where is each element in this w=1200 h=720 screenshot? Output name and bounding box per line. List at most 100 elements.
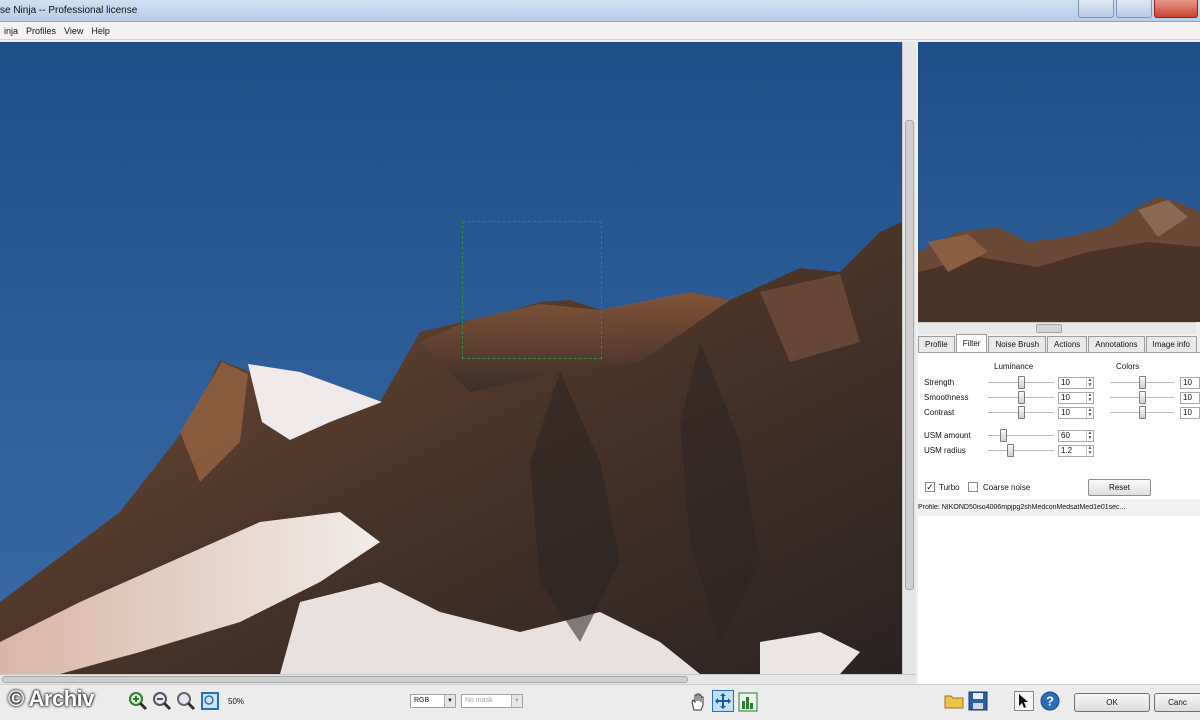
mask-value: No mask [465,697,493,704]
spinner-icon[interactable]: ▲ ▼ [1086,446,1093,456]
viewport-vertical-scrollbar[interactable] [902,42,916,674]
move-tool-icon[interactable] [712,690,734,712]
field-value: 10 [1061,378,1070,387]
menu-profiles[interactable]: Profiles [22,26,60,36]
channel-select[interactable]: RGB ▼ [410,694,456,708]
window-title: se Ninja -- Professional license [0,5,138,16]
usm-radius-label: USM radius [924,446,966,455]
zoom-fit-icon[interactable] [176,691,196,711]
slider-knob[interactable] [1139,376,1146,389]
smoothness-colors-slider[interactable] [1110,391,1174,404]
menu-help[interactable]: Help [87,26,114,36]
hand-tool-icon[interactable] [688,692,708,712]
contrast-colors-field[interactable]: 10 [1180,407,1200,419]
maximize-button[interactable] [1116,0,1152,18]
mask-select[interactable]: No mask ▼ [461,694,523,708]
smoothness-luminance-field[interactable]: 10 ▲ ▼ [1058,392,1094,404]
open-folder-icon[interactable] [944,691,964,711]
slider-knob[interactable] [1018,376,1025,389]
spinner-icon[interactable]: ▲ ▼ [1086,378,1093,388]
colors-group-label: Colors [1116,362,1140,371]
field-value: 10 [1061,408,1070,417]
tab-actions[interactable]: Actions [1047,336,1088,352]
preview-pane [918,42,1200,322]
filter-panel: Luminance Colors Strength 10 ▲ ▼ 10 Smooth… [918,353,1200,499]
ok-button[interactable]: OK [1074,693,1150,712]
strength-colors-slider[interactable] [1110,376,1174,389]
pointer-help-icon[interactable] [1014,691,1034,711]
zoom-out-icon[interactable] [152,691,172,711]
chevron-down-icon: ▼ [444,695,455,707]
tab-image-info[interactable]: Image info [1145,336,1197,352]
coarse-noise-checkbox[interactable] [968,482,978,492]
menu-ninja[interactable]: inja [0,26,22,36]
slider-knob[interactable] [1000,429,1007,442]
slider-knob[interactable] [1018,406,1025,419]
strength-luminance-field[interactable]: 10 ▲ ▼ [1058,377,1094,389]
smoothness-label: Smoothness [924,393,969,402]
minimize-button[interactable] [1078,0,1114,18]
viewport-horizontal-scrollbar[interactable] [0,674,916,684]
strength-label: Strength [924,378,955,387]
slider-knob[interactable] [1139,406,1146,419]
contrast-luminance-slider[interactable] [988,406,1054,419]
field-value: 1.2 [1061,446,1073,455]
spinner-icon[interactable]: ▲ ▼ [1086,431,1093,441]
slider-knob[interactable] [1018,391,1025,404]
title-bar: se Ninja -- Professional license [0,0,1200,22]
usm-radius-field[interactable]: 1.2 ▲ ▼ [1058,445,1094,457]
image-viewport[interactable] [0,42,902,674]
tab-annotations[interactable]: Annotations [1088,336,1145,352]
field-value: 10 [1183,408,1192,417]
usm-radius-slider[interactable] [988,444,1054,457]
window-controls [1078,0,1200,22]
preview-selection-box[interactable] [462,221,602,359]
save-icon[interactable] [968,691,988,711]
strength-luminance-slider[interactable] [988,376,1054,389]
usm-amount-field[interactable]: 60 ▲ ▼ [1058,430,1094,442]
contrast-colors-slider[interactable] [1110,406,1174,419]
scrollbar-thumb[interactable] [905,120,914,590]
usm-amount-label: USM amount [924,431,971,440]
mountain-photo [0,222,902,674]
chevron-down-icon: ▼ [511,695,522,707]
menu-view[interactable]: View [60,26,87,36]
turbo-label: Turbo [939,483,960,492]
usm-amount-slider[interactable] [988,429,1054,442]
close-button[interactable] [1154,0,1198,18]
svg-text:?: ? [1046,694,1054,709]
tab-profile[interactable]: Profile [918,336,955,352]
spinner-icon[interactable]: ▲ ▼ [1086,393,1093,403]
scrollbar-thumb[interactable] [1036,324,1062,333]
zoom-in-icon[interactable] [128,691,148,711]
copyright-watermark: © Archiv [8,686,94,711]
panel-tabs: Profile Filter Noise Brush Actions Annot… [918,334,1200,353]
field-value: 60 [1061,431,1070,440]
smoothness-colors-field[interactable]: 10 [1180,392,1200,404]
profile-name-text: Profile: NIKOND50iso4006mpjpg2shMedconMe… [918,504,1126,511]
spinner-icon[interactable]: ▲ ▼ [1086,408,1093,418]
field-value: 10 [1183,393,1192,402]
field-value: 10 [1183,378,1192,387]
contrast-luminance-field[interactable]: 10 ▲ ▼ [1058,407,1094,419]
histogram-icon[interactable] [738,692,758,712]
tab-filter[interactable]: Filter [955,334,988,352]
smoothness-luminance-slider[interactable] [988,391,1054,404]
cancel-button[interactable]: Canc [1154,693,1200,712]
tab-noise-brush[interactable]: Noise Brush [988,336,1047,352]
coarse-noise-label: Coarse noise [983,483,1031,492]
menu-bar: inja Profiles View Help [0,22,1200,40]
slider-knob[interactable] [1007,444,1014,457]
field-value: 10 [1061,393,1070,402]
slider-knob[interactable] [1139,391,1146,404]
turbo-checkbox[interactable]: ✓ [925,482,935,492]
strength-colors-field[interactable]: 10 [1180,377,1200,389]
zoom-100-icon[interactable] [200,691,220,711]
help-icon[interactable]: ? [1040,691,1060,711]
contrast-label: Contrast [924,408,955,417]
panel-empty-area [918,516,1200,684]
scrollbar-thumb[interactable] [2,676,688,683]
preview-horizontal-scrollbar[interactable] [918,322,1196,334]
reset-button[interactable]: Reset [1088,479,1151,496]
zoom-level: 50% [228,697,245,706]
